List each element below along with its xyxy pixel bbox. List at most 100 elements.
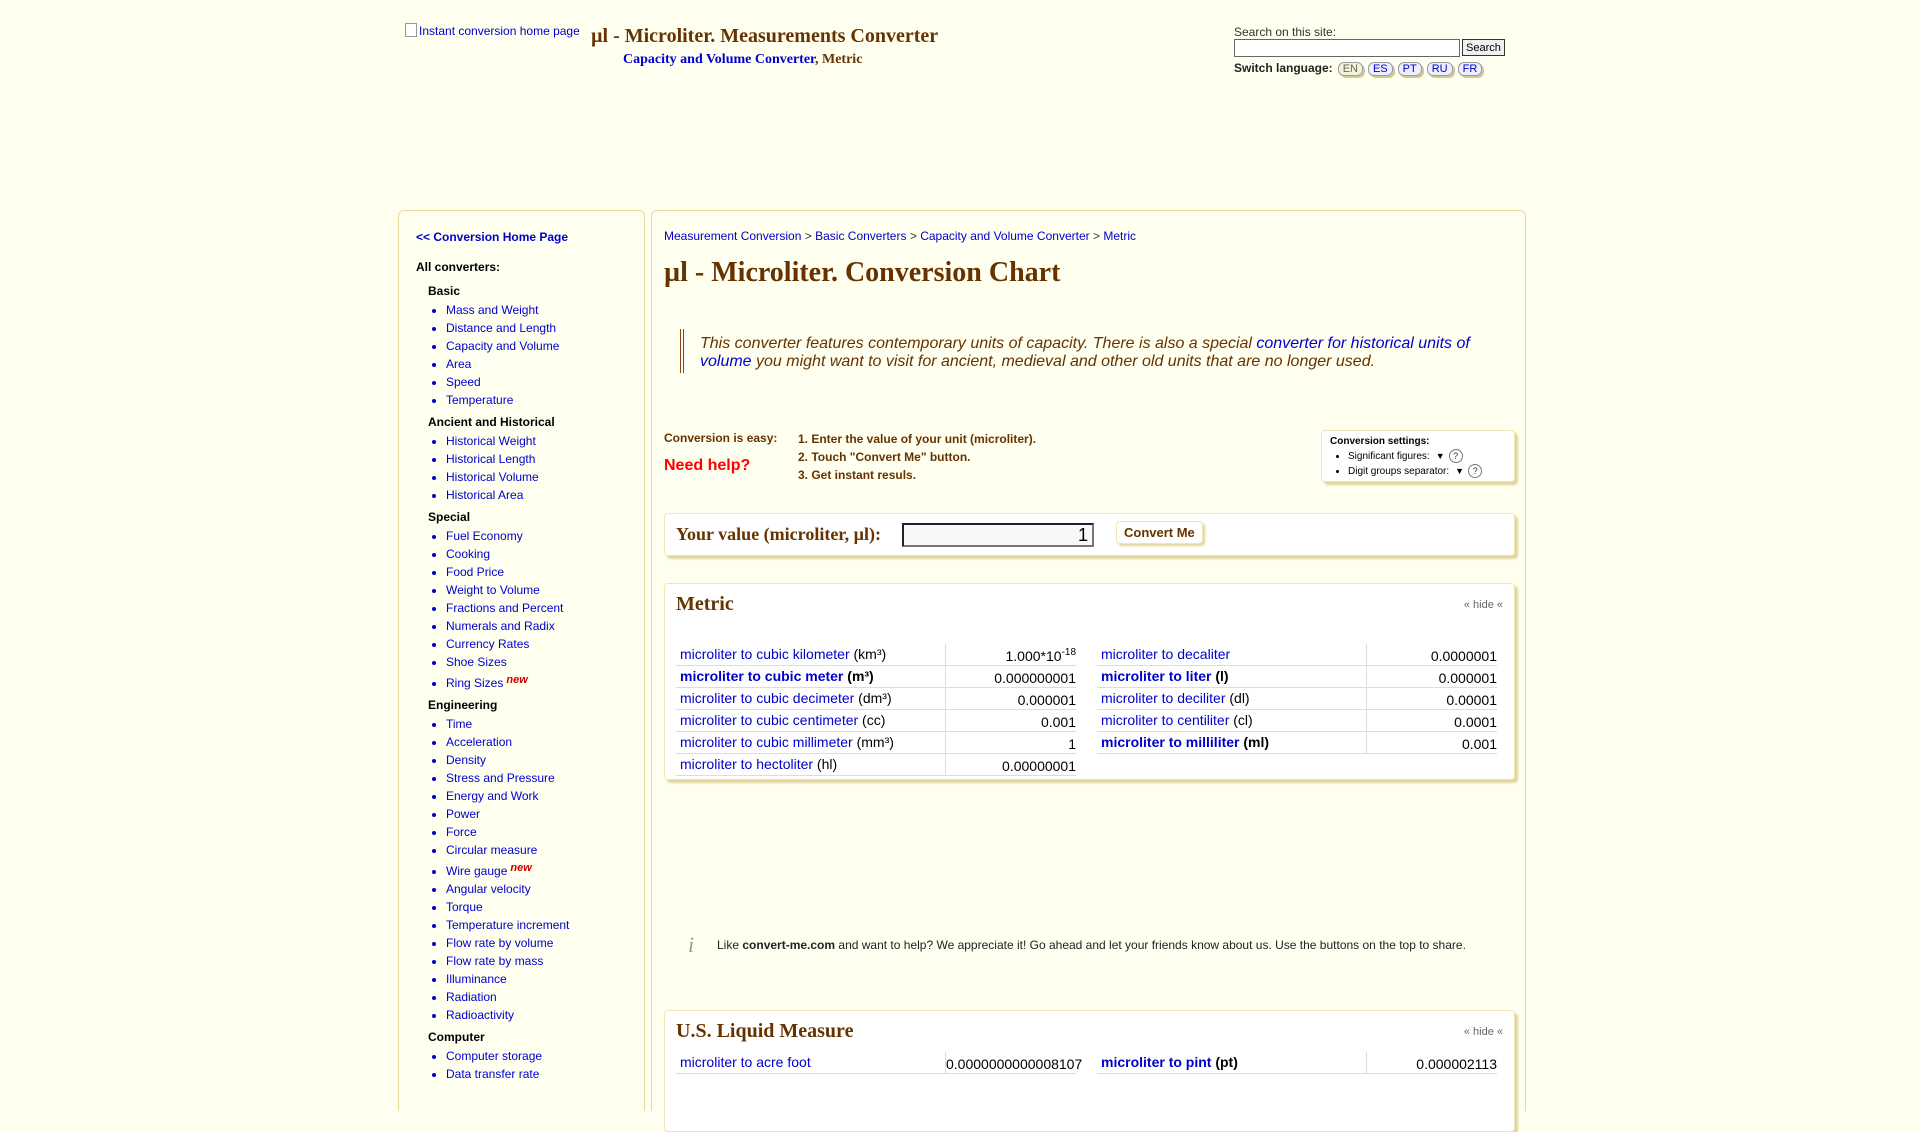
conversion-row: microliter to pint (pt) 0.000002113 [1097,1052,1497,1074]
sidebar-item-link[interactable]: Cooking [446,547,490,561]
sidebar-item-link[interactable]: Numerals and Radix [446,619,555,633]
capacity-volume-link[interactable]: Capacity and Volume Converter [623,52,815,67]
subtitle-rest: , Metric [815,52,863,67]
sidebar-group-title: Basic [428,284,461,298]
language-option-en[interactable]: EN [1337,62,1363,76]
search-input[interactable] [1234,39,1460,57]
help-icon[interactable]: ? [1448,449,1463,463]
sidebar-item-link[interactable]: Distance and Length [446,321,556,335]
conversion-link[interactable]: microliter to decaliter [1101,646,1230,662]
sidebar-item: Ring Sizesnew [446,671,569,692]
sidebar-item-link[interactable]: Food Price [446,565,504,579]
conversion-link[interactable]: microliter to cubic millimeter [680,734,853,750]
sidebar-item-link[interactable]: Flow rate by mass [446,954,543,968]
sidebar-group-title: Ancient and Historical [428,415,555,429]
us-liquid-left-column: microliter to acre foot 0.000000000000810… [676,1052,1082,1074]
sidebar-item-link[interactable]: Time [446,717,472,731]
sidebar-item-link[interactable]: Computer storage [446,1049,542,1063]
sidebar-item-link[interactable]: Historical Area [446,488,523,502]
unit-symbol: (dl) [1225,690,1250,706]
value-input[interactable] [902,523,1094,547]
value-label: Your value (microliter, µl): [676,524,882,544]
significant-figures-select[interactable]: ▼ [1436,449,1445,464]
sidebar-item-link[interactable]: Data transfer rate [446,1067,539,1081]
home-logo-link[interactable]: Instant conversion home page [405,23,580,38]
conversion-link[interactable]: microliter to liter [1101,668,1211,684]
sidebar-item-link[interactable]: Area [446,357,471,371]
sidebar-item-link[interactable]: Mass and Weight [446,303,539,317]
sidebar-item-link[interactable]: Power [446,807,480,821]
sidebar-item-link[interactable]: Torque [446,900,483,914]
conversion-link[interactable]: microliter to acre foot [680,1054,811,1070]
conversion-link[interactable]: microliter to cubic centimeter [680,712,858,728]
sidebar-item-link[interactable]: Radioactivity [446,1008,514,1022]
sidebar-item-link[interactable]: Energy and Work [446,789,539,803]
value-mantissa: 0.00001 [1446,692,1497,708]
conversion-value: 0.000002113 [1367,1052,1497,1073]
sidebar-item-link[interactable]: Temperature [446,393,513,407]
sidebar-item-link[interactable]: Historical Length [446,452,535,466]
language-option-ru[interactable]: RU [1426,62,1453,76]
sidebar-item-link[interactable]: Wire gauge [446,864,507,878]
sidebar-item-link[interactable]: Density [446,753,486,767]
settings-title: Conversion settings: [1330,436,1430,447]
search-button[interactable]: Search [1462,39,1505,56]
conversion-row: microliter to decaliter 0.0000001 [1097,644,1497,666]
sidebar-item-link[interactable]: Flow rate by volume [446,936,553,950]
conversion-link[interactable]: microliter to pint [1101,1054,1211,1070]
sidebar-item-link[interactable]: Shoe Sizes [446,655,507,669]
hide-us-liquid-link[interactable]: « hide « [1464,1026,1503,1038]
digit-separator-select[interactable]: ▼ [1455,464,1464,479]
language-option-pt[interactable]: PT [1397,62,1422,76]
metric-panel-title: Metric [676,593,734,615]
sidebar-item-link[interactable]: Acceleration [446,735,512,749]
sidebar-item-link[interactable]: Speed [446,375,481,389]
sidebar-item-link[interactable]: Capacity and Volume [446,339,559,353]
sidebar-item-link[interactable]: Currency Rates [446,637,529,651]
sidebar-item-link[interactable]: Stress and Pressure [446,771,555,785]
sidebar-item-link[interactable]: Angular velocity [446,882,531,896]
sidebar-item-link[interactable]: Circular measure [446,843,537,857]
breadcrumb-link[interactable]: Capacity and Volume Converter [920,229,1089,243]
sidebar-item: Food Price [446,563,569,581]
conversion-name: microliter to cubic centimeter (cc) [676,710,946,731]
breadcrumb-link[interactable]: Metric [1103,229,1136,243]
sidebar-item: Computer storage [446,1047,569,1065]
convert-me-button[interactable]: Convert Me [1116,521,1203,544]
breadcrumb-link[interactable]: Basic Converters [815,229,906,243]
conversion-name: microliter to centiliter (cl) [1097,710,1367,731]
new-badge: new [506,674,528,686]
conversion-link[interactable]: microliter to cubic meter [680,668,843,684]
sidebar-item: Density [446,751,569,769]
breadcrumb-link[interactable]: Measurement Conversion [664,229,801,243]
hide-metric-link[interactable]: « hide « [1464,599,1503,611]
conversion-home-link[interactable]: << Conversion Home Page [416,230,568,244]
step-3: 3. Get instant resuls. [798,468,917,482]
sidebar-item-link[interactable]: Fuel Economy [446,529,523,543]
conversion-link[interactable]: microliter to cubic decimeter [680,690,854,706]
need-help-link[interactable]: Need help? [664,457,750,475]
sidebar-item-link[interactable]: Temperature increment [446,918,569,932]
sidebar-item-link[interactable]: Historical Volume [446,470,539,484]
conversion-link[interactable]: microliter to centiliter [1101,712,1229,728]
language-option-es[interactable]: ES [1367,62,1393,76]
conversion-value: 0.000000001 [946,666,1076,687]
search-label: Search on this site: [1234,25,1337,39]
sidebar-item-link[interactable]: Force [446,825,477,839]
conversion-value: 0.00000001 [946,754,1076,775]
conversion-link[interactable]: microliter to deciliter [1101,690,1225,706]
site-title: µl - Microliter. Measurements Converter [591,25,939,47]
sidebar-item-link[interactable]: Weight to Volume [446,583,540,597]
conversion-link[interactable]: microliter to hectoliter [680,756,813,772]
language-option-fr[interactable]: FR [1457,62,1483,76]
help-icon[interactable]: ? [1468,464,1483,478]
conversion-link[interactable]: microliter to milliliter [1101,734,1239,750]
sidebar-item-link[interactable]: Ring Sizes [446,676,503,690]
step-2: 2. Touch "Convert Me" button. [798,450,971,464]
unit-symbol: (mm³) [852,734,894,750]
conversion-link[interactable]: microliter to cubic kilometer [680,646,850,662]
sidebar-item-link[interactable]: Historical Weight [446,434,536,448]
sidebar-item-link[interactable]: Fractions and Percent [446,601,563,615]
sidebar-item-link[interactable]: Illuminance [446,972,507,986]
sidebar-item-link[interactable]: Radiation [446,990,497,1004]
